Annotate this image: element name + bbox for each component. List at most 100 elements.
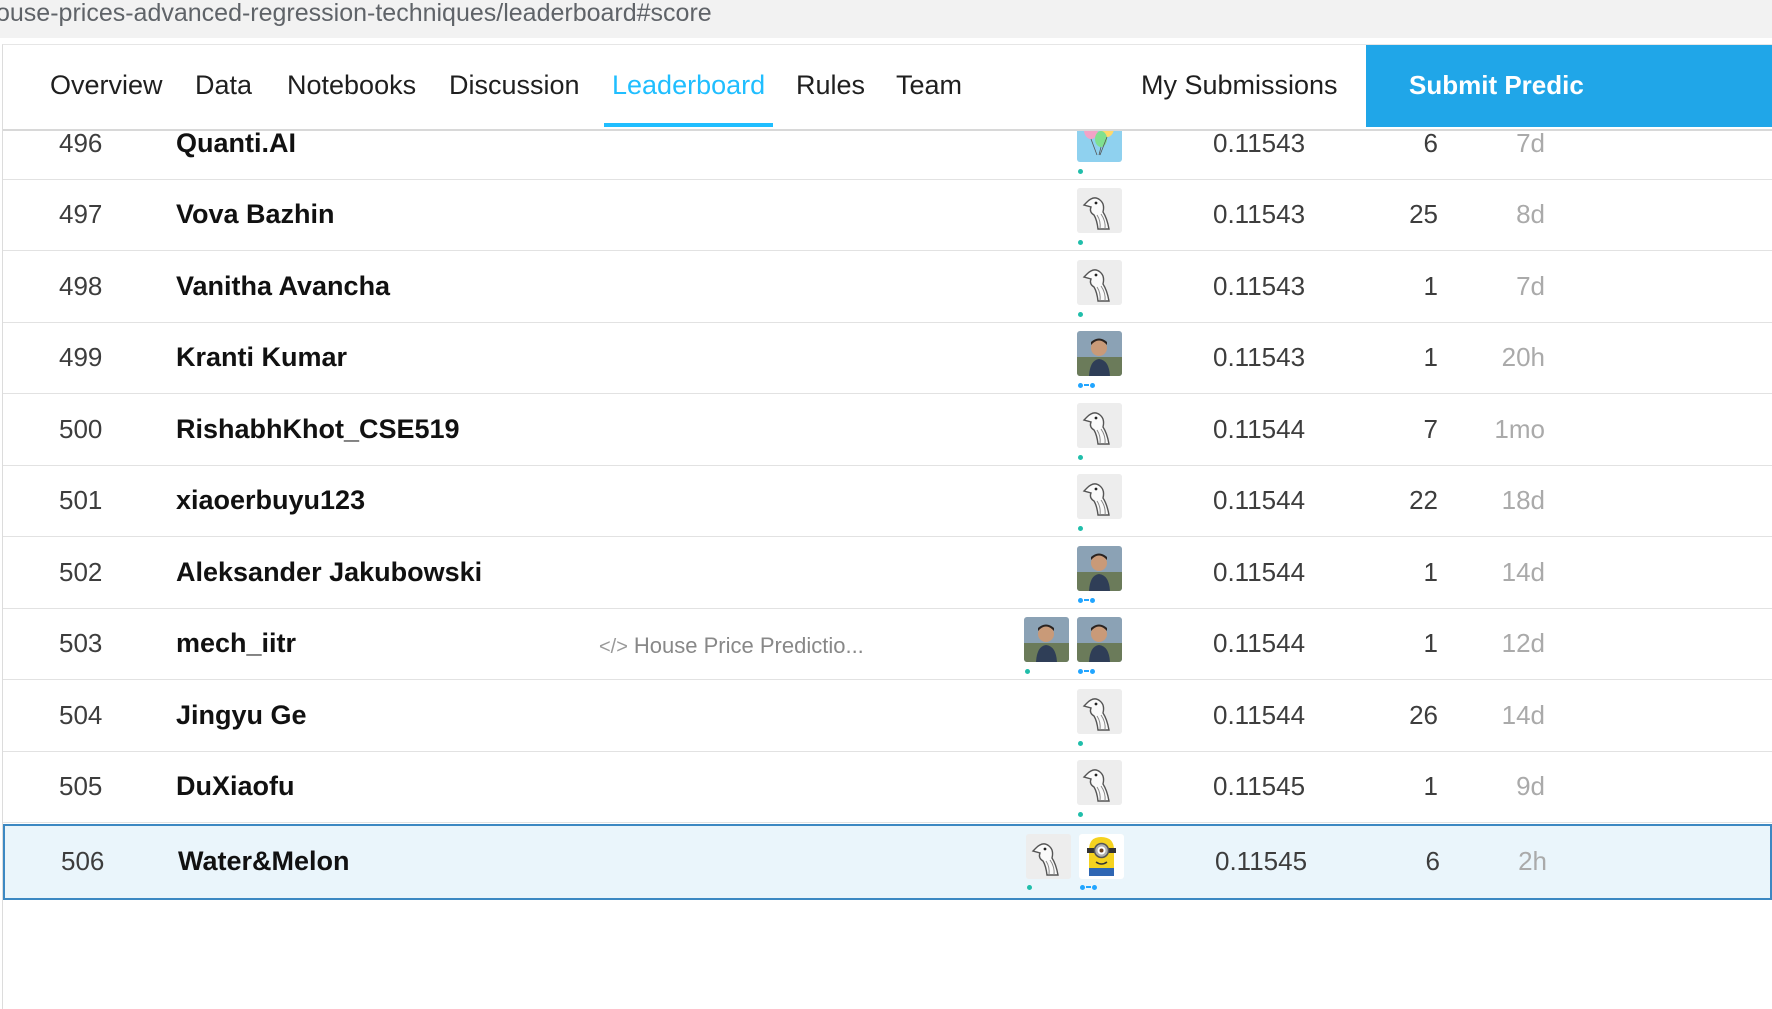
competition-nav: Overview Data Notebooks Discussion Leade… [3, 45, 1772, 131]
team-name[interactable]: Jingyu Ge [176, 700, 307, 730]
default-duck-avatar[interactable] [1077, 260, 1122, 305]
default-duck-avatar[interactable] [1077, 188, 1122, 233]
rank-cell: 496 [59, 128, 103, 158]
rank-cell: 500 [59, 414, 103, 444]
default-duck-avatar[interactable] [1077, 689, 1122, 734]
score-cell: 0.11544 [1213, 557, 1306, 587]
contributor-tier-icon [1078, 740, 1083, 746]
default-duck-avatar[interactable] [1026, 834, 1071, 879]
entries-cell: 1 [1423, 628, 1438, 658]
last-submission-cell: 18d [1501, 485, 1545, 515]
score-cell: 0.11544 [1213, 485, 1306, 515]
team-name[interactable]: xiaoerbuyu123 [176, 485, 365, 515]
score-cell: 0.11543 [1213, 342, 1306, 372]
tab-rules[interactable]: Rules [796, 45, 865, 129]
score-cell: 0.11544 [1213, 414, 1306, 444]
entries-cell: 6 [1425, 846, 1440, 876]
table-row[interactable]: 502 Aleksander Jakubowski 0.11544 1 14d [3, 538, 1772, 609]
rank-cell: 498 [59, 271, 103, 301]
last-submission-cell: 20h [1501, 342, 1545, 372]
entries-cell: 1 [1423, 771, 1438, 801]
rank-cell: 503 [59, 628, 103, 658]
team-name[interactable]: RishabhKhot_CSE519 [176, 414, 460, 444]
team-name[interactable]: Aleksander Jakubowski [176, 557, 482, 587]
tab-discussion[interactable]: Discussion [449, 45, 580, 129]
table-row[interactable]: 504 Jingyu Ge 0.11544 26 14d [3, 681, 1772, 752]
tab-leaderboard[interactable]: Leaderboard [603, 45, 774, 129]
expert-tier-icon [1080, 884, 1097, 890]
current-team-row[interactable]: 506 Water&Melon 0.11545 6 2h [3, 824, 1772, 900]
my-submissions-link[interactable]: My Submissions [1141, 45, 1338, 129]
entries-cell: 1 [1423, 271, 1438, 301]
last-submission-cell: 7d [1516, 128, 1545, 158]
default-duck-avatar[interactable] [1077, 403, 1122, 448]
url-text: ouse-prices-advanced-regression-techniqu… [0, 0, 712, 27]
expert-tier-icon [1078, 382, 1095, 388]
tab-notebooks[interactable]: Notebooks [287, 45, 416, 129]
entries-cell: 25 [1409, 199, 1438, 229]
score-cell: 0.11543 [1213, 199, 1306, 229]
team-name[interactable]: Vova Bazhin [176, 199, 335, 229]
browser-url-bar[interactable]: ouse-prices-advanced-regression-techniqu… [0, 0, 1772, 38]
table-row[interactable]: 501 xiaoerbuyu123 0.11544 22 18d [3, 466, 1772, 537]
entries-cell: 7 [1423, 414, 1438, 444]
contributor-tier-icon [1078, 811, 1083, 817]
contributor-tier-icon [1078, 525, 1083, 531]
last-submission-cell: 7d [1516, 271, 1545, 301]
minion-avatar[interactable] [1079, 834, 1124, 879]
team-name[interactable]: Vanitha Avancha [176, 271, 390, 301]
kernel-title: House Price Predictio... [633, 633, 864, 658]
score-cell: 0.11543 [1213, 128, 1306, 158]
rank-cell: 504 [59, 700, 103, 730]
score-cell: 0.11544 [1213, 700, 1306, 730]
table-row[interactable]: 503 mech_iitr </> House Price Predictio... 0… [3, 609, 1772, 680]
last-submission-cell: 12d [1501, 628, 1545, 658]
team-name[interactable]: Quanti.AI [176, 128, 296, 158]
score-cell: 0.11544 [1213, 628, 1306, 658]
entries-cell: 1 [1423, 557, 1438, 587]
rank-cell: 506 [61, 846, 105, 876]
photo-avatar[interactable] [1077, 617, 1122, 662]
last-submission-cell: 9d [1516, 771, 1545, 801]
entries-cell: 1 [1423, 342, 1438, 372]
tab-team[interactable]: Team [896, 45, 962, 129]
table-row[interactable]: 497 Vova Bazhin 0.11543 25 8d [3, 180, 1772, 251]
contributor-tier-icon [1078, 311, 1083, 317]
table-row[interactable]: 500 RishabhKhot_CSE519 0.11544 7 1mo [3, 395, 1772, 466]
rank-cell: 497 [59, 199, 103, 229]
score-cell: 0.11545 [1215, 846, 1308, 876]
team-name[interactable]: Kranti Kumar [176, 342, 347, 372]
leaderboard-table: 496 Quanti.AI 0.11543 6 7d 497 Vova Bazhin 0.11… [3, 110, 1772, 1008]
code-icon: </> [599, 636, 628, 658]
team-name[interactable]: DuXiaofu [176, 771, 295, 801]
team-name[interactable]: Water&Melon [178, 846, 350, 876]
submit-predictions-button[interactable]: Submit Predic [1366, 45, 1772, 127]
photo-avatar[interactable] [1024, 617, 1069, 662]
score-cell: 0.11545 [1213, 771, 1306, 801]
entries-cell: 6 [1423, 128, 1438, 158]
photo-avatar[interactable] [1077, 331, 1122, 376]
last-submission-cell: 1mo [1494, 414, 1545, 444]
kernel-link[interactable]: </> House Price Predictio... [599, 631, 864, 662]
expert-tier-icon [1078, 597, 1095, 603]
rank-cell: 505 [59, 771, 103, 801]
entries-cell: 26 [1409, 700, 1438, 730]
rank-cell: 499 [59, 342, 103, 372]
contributor-tier-icon [1025, 668, 1030, 674]
last-submission-cell: 14d [1501, 557, 1545, 587]
table-row[interactable]: 505 DuXiaofu 0.11545 1 9d [3, 752, 1772, 823]
last-submission-cell: 2h [1518, 846, 1547, 876]
tab-overview[interactable]: Overview [50, 45, 163, 129]
table-row[interactable]: 498 Vanitha Avancha 0.11543 1 7d [3, 252, 1772, 323]
default-duck-avatar[interactable] [1077, 474, 1122, 519]
team-name[interactable]: mech_iitr [176, 628, 296, 658]
default-duck-avatar[interactable] [1077, 760, 1122, 805]
rank-cell: 502 [59, 557, 103, 587]
expert-tier-icon [1078, 668, 1095, 674]
tab-data[interactable]: Data [195, 45, 252, 129]
table-row[interactable]: 499 Kranti Kumar 0.11543 1 20h [3, 323, 1772, 394]
last-submission-cell: 8d [1516, 199, 1545, 229]
rank-cell: 501 [59, 485, 103, 515]
contributor-tier-icon [1078, 168, 1083, 174]
photo-avatar[interactable] [1077, 546, 1122, 591]
